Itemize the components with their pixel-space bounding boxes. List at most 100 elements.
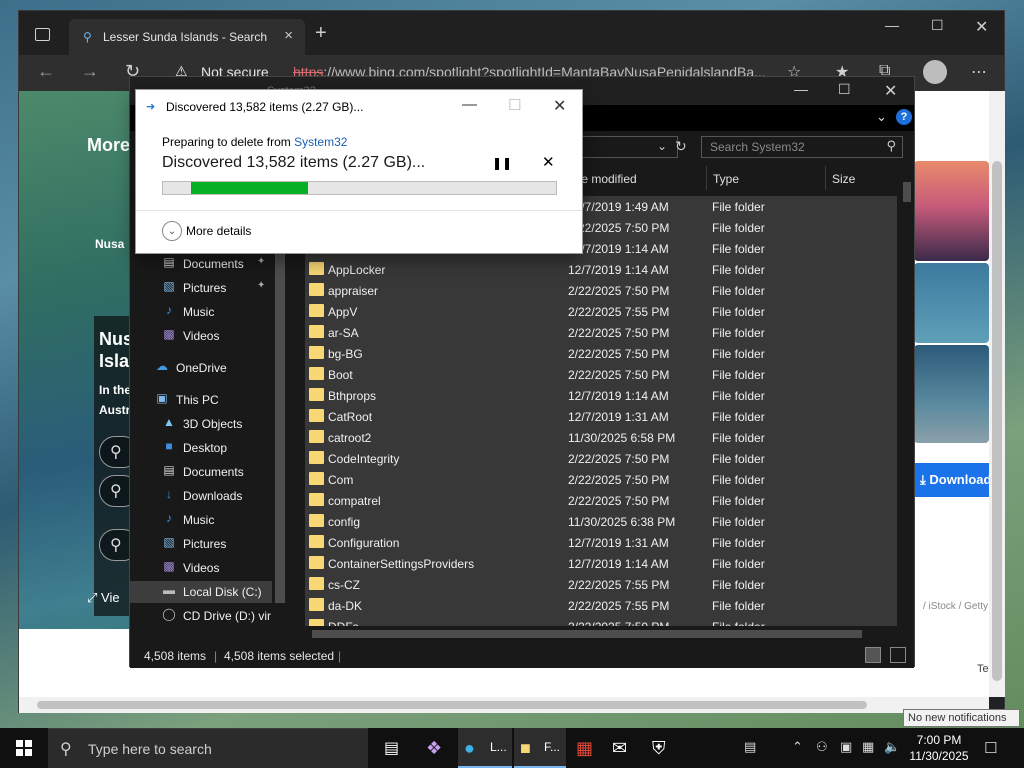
delete-source-link[interactable]: System32 bbox=[294, 135, 347, 149]
column-divider[interactable] bbox=[706, 166, 707, 190]
profile-avatar[interactable] bbox=[923, 60, 947, 84]
page-horizontal-scrollbar-thumb[interactable] bbox=[37, 701, 867, 709]
file-row[interactable]: appraiser 2/22/2025 7:50 PM File folder bbox=[305, 280, 897, 301]
maximize-button[interactable]: ☐ bbox=[931, 17, 944, 34]
file-row[interactable]: cs-CZ 2/22/2025 7:55 PM File folder bbox=[305, 574, 897, 595]
explorer-close-button[interactable]: ✕ bbox=[884, 81, 897, 101]
device-alert-icon[interactable]: ▣ bbox=[840, 739, 852, 755]
thumbnail-sunset[interactable] bbox=[914, 161, 989, 261]
nav-item[interactable]: ▧ Pictures bbox=[130, 533, 288, 555]
file-row[interactable]: DDFs 2/22/2025 7:50 PM File folder bbox=[305, 616, 897, 626]
file-list-scrollbar-thumb[interactable] bbox=[903, 182, 911, 202]
view-link[interactable]: ⤢ Vie bbox=[87, 590, 120, 606]
column-date-modified[interactable]: te modified bbox=[578, 172, 637, 196]
file-row[interactable]: compatrel 2/22/2025 7:50 PM File folder bbox=[305, 490, 897, 511]
navigation-scrollbar-thumb[interactable] bbox=[275, 253, 285, 603]
file-row[interactable]: bg-BG 2/22/2025 7:50 PM File folder bbox=[305, 343, 897, 364]
pause-button[interactable]: ❚❚ bbox=[492, 156, 512, 170]
show-hidden-icons-button[interactable]: ⌃ bbox=[792, 739, 803, 755]
device-icon[interactable]: ⚇ bbox=[816, 739, 828, 755]
file-date: 11/30/2025 6:58 PM bbox=[568, 431, 676, 445]
file-list-vertical-scrollbar[interactable] bbox=[900, 180, 914, 627]
close-tab-icon[interactable]: × bbox=[284, 27, 293, 44]
copilot-button[interactable]: ❖ bbox=[420, 728, 452, 768]
file-row[interactable]: AppLocker 12/7/2019 1:14 AM File folder bbox=[305, 259, 897, 280]
store-button[interactable]: ▦ bbox=[572, 728, 602, 768]
taskbar-search-box[interactable]: ⚲ Type here to search bbox=[48, 728, 368, 768]
page-vertical-scrollbar-thumb[interactable] bbox=[992, 161, 1002, 681]
file-name: bg-BG bbox=[328, 347, 363, 361]
details-view-button[interactable] bbox=[865, 647, 881, 663]
nav-item[interactable]: ▤ Documents bbox=[130, 461, 288, 483]
cancel-operation-button[interactable]: ✕ bbox=[542, 153, 555, 171]
new-tab-button[interactable]: + bbox=[315, 22, 327, 45]
file-row[interactable]: CatRoot 12/7/2019 1:31 AM File folder bbox=[305, 406, 897, 427]
explorer-refresh-button[interactable]: ↻ bbox=[675, 138, 687, 155]
volume-muted-icon[interactable]: 🔈 bbox=[884, 739, 900, 755]
clock[interactable]: 7:00 PM 11/30/2025 bbox=[906, 732, 972, 764]
taskbar-app-explorer[interactable]: ■ F... bbox=[514, 728, 566, 768]
nav-item[interactable]: ☁ OneDrive bbox=[130, 357, 288, 379]
nav-item[interactable]: ♪ Music bbox=[130, 509, 288, 531]
nav-item[interactable]: ▩ Videos bbox=[130, 557, 288, 579]
dialog-close-button[interactable]: ✕ bbox=[553, 96, 566, 116]
nusa-caption: Nusa bbox=[95, 237, 125, 251]
large-icons-view-button[interactable] bbox=[890, 647, 906, 663]
file-row[interactable]: da-DK 2/22/2025 7:55 PM File folder bbox=[305, 595, 897, 616]
tab-actions-icon[interactable] bbox=[35, 28, 50, 41]
file-row[interactable]: config 11/30/2025 6:38 PM File folder bbox=[305, 511, 897, 532]
nav-item[interactable]: ▤ Documents ✦ bbox=[130, 253, 288, 275]
thumbnail-aurora[interactable] bbox=[914, 345, 989, 443]
close-window-button[interactable]: ✕ bbox=[975, 17, 988, 37]
back-button[interactable]: ← bbox=[37, 61, 55, 82]
dialog-minimize-button[interactable]: — bbox=[462, 96, 477, 113]
taskbar-app-edge[interactable]: ● L... bbox=[458, 728, 512, 768]
file-row[interactable]: Boot 2/22/2025 7:50 PM File folder bbox=[305, 364, 897, 385]
explorer-search-input[interactable]: Search System32 ⚲ bbox=[701, 136, 903, 158]
help-icon[interactable]: ? bbox=[896, 109, 912, 125]
file-row[interactable]: AppV 2/22/2025 7:55 PM File folder bbox=[305, 301, 897, 322]
file-row[interactable]: catroot2 11/30/2025 6:58 PM File folder bbox=[305, 427, 897, 448]
nav-item[interactable]: ↓ Downloads bbox=[130, 485, 288, 507]
column-type[interactable]: Type bbox=[713, 172, 739, 196]
address-dropdown-icon[interactable]: ⌄ bbox=[657, 139, 667, 153]
nav-item[interactable]: ▣ This PC bbox=[130, 389, 288, 411]
explorer-address-bar[interactable]: ⌄ bbox=[570, 136, 678, 158]
file-row[interactable]: ar-SA 2/22/2025 7:50 PM File folder bbox=[305, 322, 897, 343]
nav-item[interactable]: ◯ CD Drive (D:) vir bbox=[130, 605, 288, 627]
minimize-button[interactable]: — bbox=[885, 17, 899, 33]
file-row[interactable]: CodeIntegrity 2/22/2025 7:50 PM File folde… bbox=[305, 448, 897, 469]
forward-button[interactable]: → bbox=[81, 61, 99, 82]
file-list-hscroll-thumb[interactable] bbox=[312, 630, 862, 638]
input-indicator-icon[interactable]: ▤ bbox=[744, 739, 756, 755]
file-list-horizontal-scrollbar[interactable] bbox=[288, 627, 900, 641]
explorer-maximize-button[interactable]: ☐ bbox=[838, 81, 851, 98]
thumbnail-coast[interactable] bbox=[914, 263, 989, 343]
nav-item[interactable]: ▩ Videos bbox=[130, 325, 288, 347]
nav-item[interactable]: ▲ 3D Objects bbox=[130, 413, 288, 435]
file-row[interactable]: Com 2/22/2025 7:50 PM File folder bbox=[305, 469, 897, 490]
nav-item[interactable]: ♪ Music bbox=[130, 301, 288, 323]
explorer-minimize-button[interactable]: — bbox=[794, 81, 808, 97]
notifications-button[interactable]: ☐ bbox=[984, 739, 997, 757]
file-row[interactable]: Bthprops 12/7/2019 1:14 AM File folder bbox=[305, 385, 897, 406]
column-size[interactable]: Size bbox=[832, 172, 855, 196]
page-vertical-scrollbar[interactable] bbox=[989, 91, 1005, 697]
ribbon-expand-icon[interactable]: ⌄ bbox=[876, 109, 887, 125]
task-view-button[interactable]: ▤ bbox=[378, 728, 406, 768]
file-row[interactable]: Configuration 12/7/2019 1:31 AM File folde… bbox=[305, 532, 897, 553]
start-button[interactable] bbox=[0, 728, 48, 768]
browser-tab[interactable]: ⚲ Lesser Sunda Islands - Search × bbox=[69, 19, 305, 55]
mail-button[interactable]: ✉ bbox=[610, 728, 640, 768]
column-divider[interactable] bbox=[825, 166, 826, 190]
page-horizontal-scrollbar[interactable] bbox=[19, 697, 989, 713]
network-icon[interactable]: ▦ bbox=[862, 739, 874, 755]
download-button[interactable]: ⤓ Download bbox=[914, 463, 989, 497]
security-button[interactable]: ⛨ bbox=[648, 728, 678, 768]
nav-item[interactable]: ■ Desktop bbox=[130, 437, 288, 459]
navigation-scrollbar[interactable] bbox=[272, 253, 288, 638]
file-row[interactable]: ContainerSettingsProviders 12/7/2019 1:14… bbox=[305, 553, 897, 574]
nav-item[interactable]: ▬ Local Disk (C:) bbox=[130, 581, 288, 603]
more-menu-icon[interactable]: ⋯ bbox=[971, 62, 987, 82]
nav-item[interactable]: ▧ Pictures ✦ bbox=[130, 277, 288, 299]
